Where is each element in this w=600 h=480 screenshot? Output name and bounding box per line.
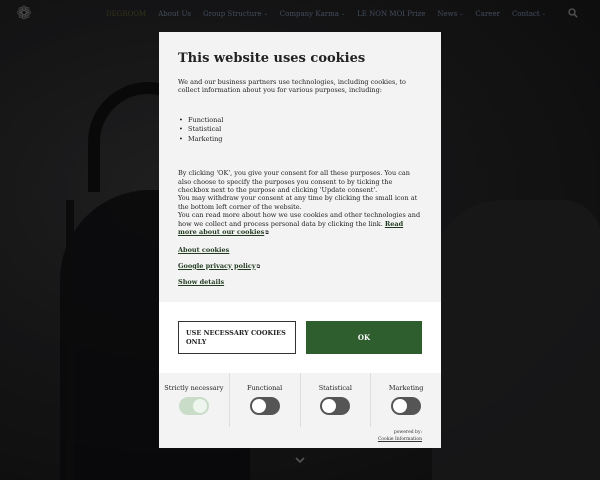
ok-button[interactable]: OK	[306, 321, 422, 354]
external-link-icon: ⧉	[265, 230, 269, 237]
toggle-label: Strictly necessary	[164, 384, 224, 392]
purpose-item: Statistical	[178, 125, 422, 135]
dialog-title: This website uses cookies	[178, 51, 366, 66]
switch-knob	[393, 399, 408, 413]
consent-text: By clicking 'OK', you give your consent …	[178, 169, 421, 237]
toggle-label: Marketing	[388, 384, 424, 392]
toggle-functional: Functional	[230, 373, 301, 427]
marketing-switch[interactable]	[391, 397, 422, 415]
purpose-list: Functional Statistical Marketing	[178, 116, 422, 145]
google-privacy-policy-link[interactable]: Google privacy policy	[178, 262, 256, 270]
strictly-necessary-switch	[178, 397, 209, 415]
statistical-switch[interactable]	[320, 397, 351, 415]
show-details-link[interactable]: Show details	[178, 278, 224, 286]
purpose-item: Functional	[178, 116, 422, 126]
switch-knob	[322, 399, 337, 413]
button-zone: USE NECESSARY COOKIES ONLY OK	[159, 302, 441, 373]
external-link-icon: ⧉	[256, 263, 261, 270]
intro-text: We and our business partners use technol…	[178, 78, 406, 95]
use-necessary-cookies-button[interactable]: USE NECESSARY COOKIES ONLY	[178, 321, 296, 354]
dialog-body: This website uses cookies We and our bus…	[159, 32, 441, 286]
cookie-consent-dialog: This website uses cookies We and our bus…	[159, 32, 441, 448]
powered-by: powered by: Cookie Information	[377, 430, 422, 443]
consent-toggles: Strictly necessary Functional Statistica…	[159, 373, 441, 427]
toggle-marketing: Marketing	[371, 373, 441, 427]
toggle-label: Statistical	[318, 384, 352, 392]
switch-knob	[251, 399, 266, 413]
toggle-strictly-necessary: Strictly necessary	[159, 373, 230, 427]
about-cookies-link[interactable]: About cookies	[178, 246, 229, 254]
purpose-item: Marketing	[178, 135, 422, 145]
toggle-statistical: Statistical	[301, 373, 372, 427]
switch-knob	[192, 399, 207, 413]
dialog-links: About cookies Google privacy policy⧉ Sho…	[178, 246, 422, 286]
functional-switch[interactable]	[249, 397, 280, 415]
cookie-information-link[interactable]: Cookie Information	[378, 437, 422, 443]
toggle-label: Functional	[246, 384, 283, 392]
